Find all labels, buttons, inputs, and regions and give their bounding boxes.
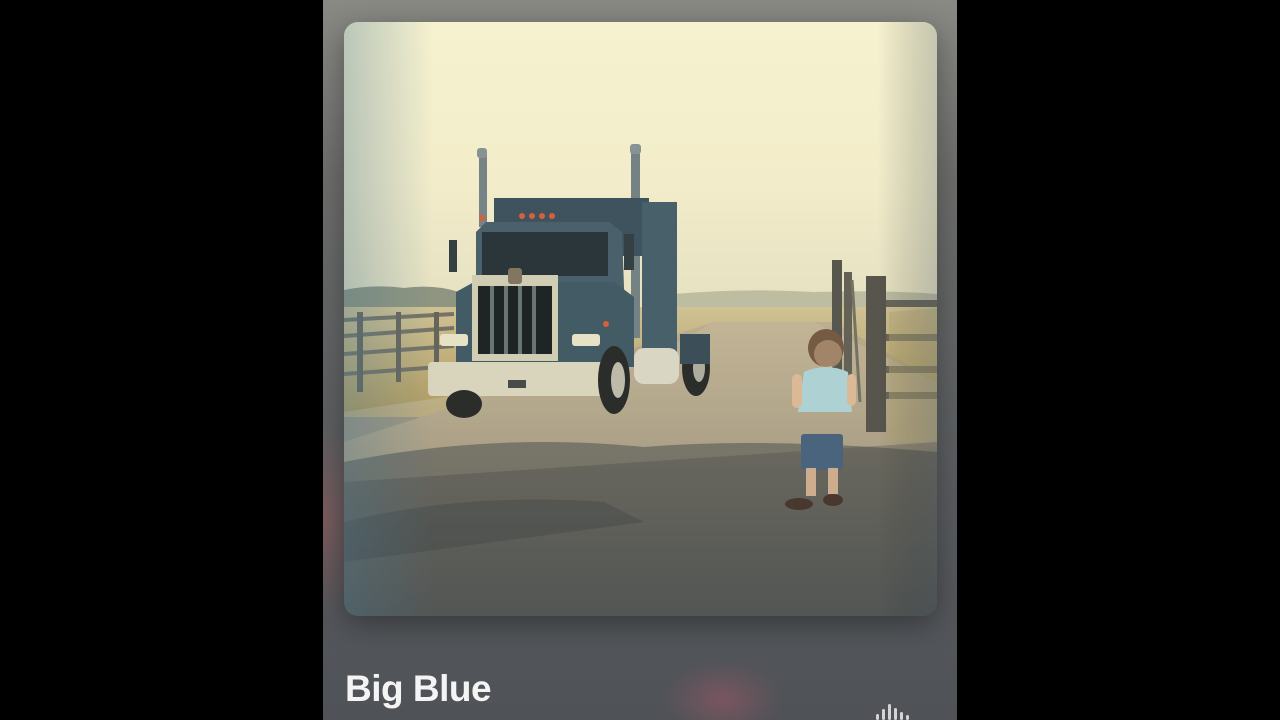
artwork-image <box>344 22 937 616</box>
letterbox-left <box>0 0 323 720</box>
waveform-bar <box>894 708 897 720</box>
waveform-bar <box>900 712 903 720</box>
now-playing-panel: Big Blue <box>323 0 957 720</box>
waveform-bar <box>876 714 879 720</box>
audio-waveform-icon <box>876 704 920 720</box>
waveform-bar <box>888 704 891 720</box>
ambient-glow-bottom <box>663 660 783 720</box>
song-title: Big Blue <box>345 668 492 709</box>
waveform-bar <box>882 709 885 720</box>
waveform-bar <box>906 715 909 720</box>
letterbox-right <box>957 0 1280 720</box>
album-artwork[interactable] <box>344 22 937 616</box>
